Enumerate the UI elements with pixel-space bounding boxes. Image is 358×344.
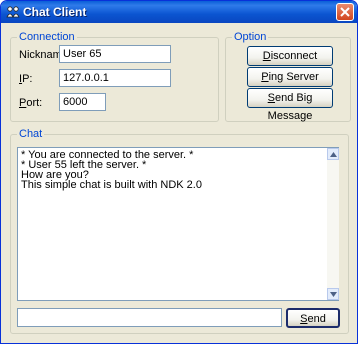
close-icon [340,7,350,17]
window-title: Chat Client [23,5,87,19]
port-field[interactable]: 6000 [59,93,106,111]
arrow-down-icon [330,292,337,297]
port-label: Port: [19,97,43,109]
chat-client-window: Chat Client Connection Nickname: User 65… [0,0,358,344]
message-input[interactable] [17,308,282,327]
send-big-message-button[interactable]: Send Big Message [247,88,333,122]
chat-log[interactable]: * You are connected to the server. * * U… [17,147,339,301]
chat-scrollbar[interactable] [327,148,339,300]
disconnect-button[interactable]: Disconnect [247,46,333,66]
chat-message: This simple chat is built with NDK 2.0 [21,179,202,191]
arrow-up-icon [330,152,337,157]
title-bar[interactable]: Chat Client [1,1,357,23]
chat-legend: Chat [17,128,45,140]
option-legend: Option [232,31,269,43]
close-button[interactable] [336,3,354,21]
users-icon [6,5,20,19]
scroll-up-button[interactable] [327,148,339,160]
send-button[interactable]: Send [286,308,340,328]
connection-legend: Connection [17,31,77,43]
scroll-down-button[interactable] [327,288,339,300]
ip-label: IP: [19,73,33,85]
ip-field[interactable]: 127.0.0.1 [59,69,171,87]
ping-server-button[interactable]: Ping Server [247,67,333,87]
nickname-field[interactable]: User 65 [59,45,171,63]
